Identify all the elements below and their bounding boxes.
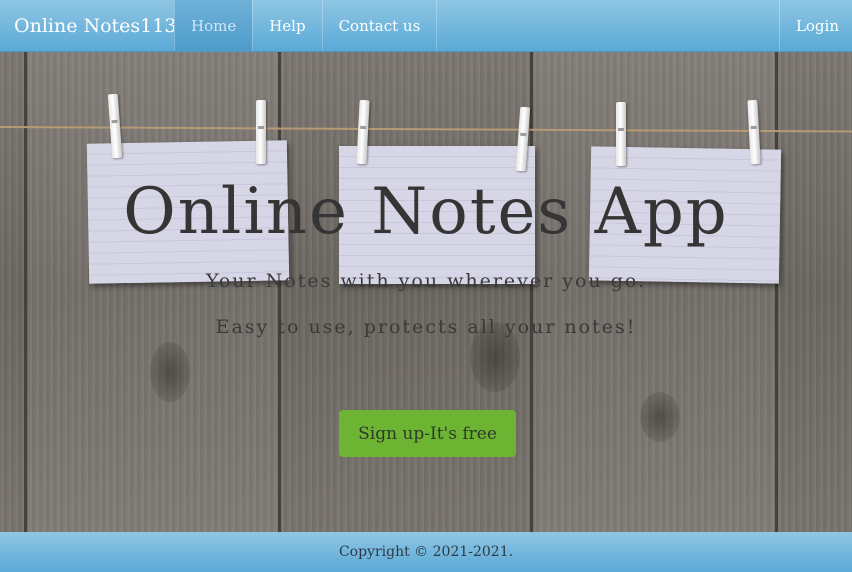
nav-help[interactable]: Help xyxy=(252,0,321,51)
clothespin-image xyxy=(616,102,626,166)
login-link[interactable]: Login xyxy=(778,0,852,51)
page-footer: Copyright © 2021-2021. xyxy=(0,532,852,572)
plank-gap xyxy=(530,52,533,532)
signup-button[interactable]: Sign up-It's free xyxy=(339,410,516,457)
nav-home[interactable]: Home xyxy=(174,0,253,51)
plank-gap xyxy=(24,52,27,532)
brand-logo[interactable]: Online Notes113 xyxy=(0,0,176,51)
wood-plank xyxy=(535,52,775,532)
copyright-text: Copyright © 2021-2021. xyxy=(338,544,514,560)
top-navbar: Online Notes113 Home Help Contact us Log… xyxy=(0,0,852,52)
hero-section: Online Notes App Your Notes with you whe… xyxy=(0,52,852,532)
plank-gap xyxy=(775,52,778,532)
clothespin-image xyxy=(256,100,266,164)
hero-tagline: Easy to use, protects all your notes! xyxy=(215,316,637,338)
plank-gap xyxy=(278,52,281,532)
nav-contact[interactable]: Contact us xyxy=(321,0,438,51)
wood-plank xyxy=(28,52,278,532)
hero-subtitle: Your Notes with you wherever you go. xyxy=(205,270,647,292)
hero-title: Online Notes App xyxy=(123,175,729,249)
wood-knot xyxy=(640,392,680,442)
wood-knot xyxy=(150,342,190,402)
